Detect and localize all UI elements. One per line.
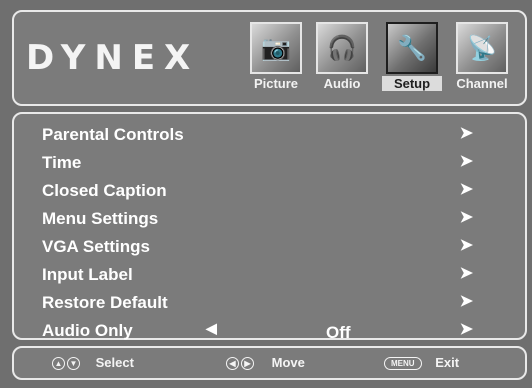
tab-setup[interactable]: 🔧 Setup: [382, 22, 442, 106]
top-bar: DYNEX 📷 Picture 🎧 Audio 🔧 Setup 📡 Channe…: [12, 10, 527, 106]
tab-channel-label: Channel: [456, 76, 508, 91]
menu-item-parental-controls[interactable]: Parental Controls ➤: [36, 122, 505, 148]
move-label: Move: [271, 355, 305, 370]
tools-icon: 🔧: [386, 22, 438, 74]
camera-icon: 📷: [250, 22, 302, 74]
menu-item-input-label[interactable]: Input Label ➤: [36, 262, 505, 288]
tab-audio[interactable]: 🎧 Audio: [312, 22, 372, 106]
settings-menu: Parental Controls ➤ Time ➤ Closed Captio…: [12, 112, 527, 342]
menu-item-label: Restore Default: [42, 293, 168, 312]
menu-item-label: VGA Settings: [42, 237, 150, 256]
exit-hint: MENU Exit: [384, 355, 460, 371]
audio-only-value: Off: [326, 323, 351, 342]
satellite-icon: 📡: [456, 22, 508, 74]
tab-audio-label: Audio: [323, 76, 361, 91]
footer-help-bar: ▲ ▼ Select ◀ ▶ Move MENU Exit: [12, 346, 527, 380]
menu-item-label: Input Label: [42, 265, 133, 284]
menu-item-menu-settings[interactable]: Menu Settings ➤: [36, 206, 505, 232]
move-hint: ◀ ▶ Move: [226, 355, 305, 371]
menu-item-label: Closed Caption: [42, 181, 167, 200]
headphones-icon: 🎧: [316, 22, 368, 74]
down-button-icon: ▼: [67, 357, 80, 371]
right-arrow-icon: ➤: [459, 125, 473, 142]
right-button-icon: ▶: [241, 357, 254, 371]
left-button-icon: ◀: [226, 357, 239, 371]
menu-item-label: Audio Only: [42, 321, 133, 340]
up-button-icon: ▲: [52, 357, 65, 371]
right-arrow-icon: ➤: [459, 237, 473, 254]
right-arrow-icon: ➤: [459, 265, 473, 282]
menu-item-label: Menu Settings: [42, 209, 159, 228]
menu-item-label: Parental Controls: [42, 125, 184, 144]
menu-item-restore-default[interactable]: Restore Default ➤: [36, 290, 505, 316]
tab-channel[interactable]: 📡 Channel: [452, 22, 512, 106]
left-arrow-icon[interactable]: ◀: [206, 320, 217, 337]
right-arrow-icon: ➤: [459, 181, 473, 198]
right-arrow-icon: ➤: [459, 153, 473, 170]
tab-picture-label: Picture: [253, 76, 299, 91]
menu-item-time[interactable]: Time ➤: [36, 150, 505, 176]
menu-button-icon: MENU: [384, 357, 422, 371]
menu-item-label: Time: [42, 153, 82, 172]
select-hint: ▲ ▼ Select: [52, 355, 134, 371]
menu-item-vga-settings[interactable]: VGA Settings ➤: [36, 234, 505, 260]
menu-item-closed-caption[interactable]: Closed Caption ➤: [36, 178, 505, 204]
tab-picture[interactable]: 📷 Picture: [246, 22, 306, 106]
right-arrow-icon: ➤: [459, 293, 473, 310]
select-label: Select: [95, 355, 134, 370]
tab-setup-label: Setup: [382, 76, 442, 91]
menu-item-audio-only[interactable]: Audio Only ◀ Off ➤: [36, 318, 505, 344]
right-arrow-icon: ➤: [459, 209, 473, 226]
brand-logo: DYNEX: [26, 38, 200, 78]
right-arrow-icon[interactable]: ➤: [460, 319, 473, 339]
exit-label: Exit: [435, 355, 460, 370]
